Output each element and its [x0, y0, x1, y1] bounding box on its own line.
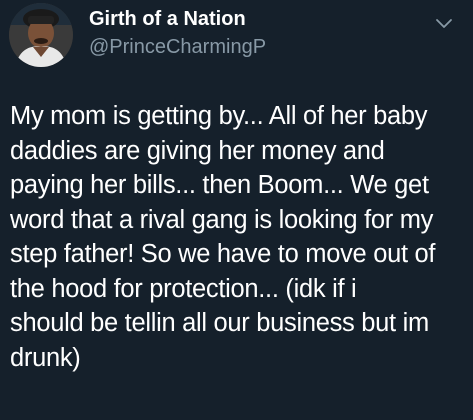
chevron-down-icon[interactable] — [432, 12, 456, 36]
tweet-text-line: the hood for protection... (idk if i — [10, 274, 357, 303]
chevron-down-icon-svg — [436, 19, 452, 28]
tweet-text-line: word that a rival gang is looking for my — [10, 205, 434, 234]
author-display-name[interactable]: Girth of a Nation — [89, 8, 246, 31]
profile-photo-icon — [9, 3, 73, 67]
avatar[interactable] — [9, 3, 73, 67]
tweet-text-line: should be tellin all our business but im — [10, 309, 429, 337]
tweet-text-line: daddies are giving her money and — [10, 136, 385, 165]
tweet-text: My mom is getting by... All of her baby … — [10, 99, 465, 375]
tweet-text-line: drunk) — [10, 343, 81, 372]
tweet-text-line: My mom is getting by... All of her baby — [10, 102, 428, 130]
tweet-text-line: paying her bills... then Boom... We get — [10, 171, 429, 199]
tweet-card: Girth of a Nation @PrinceCharmingP My mo… — [0, 0, 473, 420]
tweet-header: Girth of a Nation @PrinceCharmingP — [0, 0, 473, 80]
author-handle[interactable]: @PrinceCharmingP — [89, 36, 266, 59]
tweet-text-line: step father! So we have to move out of — [10, 240, 436, 268]
